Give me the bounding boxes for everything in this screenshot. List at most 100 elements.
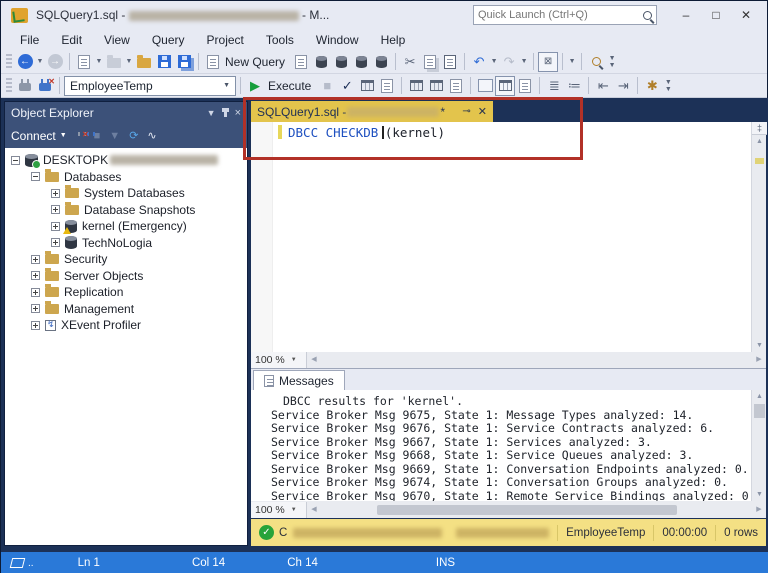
undo-icon[interactable]: ↶ xyxy=(469,52,489,72)
scroll-down-icon[interactable]: ▼ xyxy=(752,339,767,352)
expand-icon[interactable] xyxy=(31,287,40,297)
panel-close-icon[interactable]: × xyxy=(235,107,241,119)
undo-dropdown-icon[interactable]: ▼ xyxy=(489,58,499,65)
change-connection-icon[interactable]: ✕ xyxy=(35,76,55,96)
specify-values-icon[interactable]: ✱ xyxy=(642,76,662,96)
new-query-icon[interactable] xyxy=(203,52,223,72)
menu-help[interactable]: Help xyxy=(370,31,417,49)
copy-icon[interactable] xyxy=(420,52,440,72)
messages-horizontal-scrollbar[interactable]: ◀ ▶ xyxy=(307,502,766,518)
toolbar-overflow-icon[interactable]: ▼ ▼ xyxy=(606,52,618,72)
scroll-left-icon[interactable]: ◀ xyxy=(307,352,321,368)
disabled-dropdown-icon[interactable]: ▼ xyxy=(567,58,577,65)
oe-stop-icon[interactable]: ■ xyxy=(94,130,101,142)
messages-tab[interactable]: Messages xyxy=(253,370,345,390)
tree-item-management[interactable]: Management xyxy=(5,300,247,318)
menu-window[interactable]: Window xyxy=(305,31,370,49)
save-button[interactable] xyxy=(154,52,174,72)
editor-vertical-scrollbar[interactable]: ‡ ▲ ▼ xyxy=(751,122,767,352)
mdx-query-icon[interactable] xyxy=(311,52,331,72)
scroll-left-icon[interactable]: ◀ xyxy=(307,502,321,518)
database-selector[interactable]: EmployeeTemp ▼ xyxy=(64,75,236,96)
close-button[interactable]: ✕ xyxy=(731,4,761,26)
redo-dropdown-icon[interactable]: ▼ xyxy=(519,58,529,65)
expand-icon[interactable] xyxy=(51,205,60,215)
editor-zoom-selector[interactable]: 100 % ▼ xyxy=(251,352,307,368)
tree-item-system-databases[interactable]: System Databases xyxy=(5,185,247,202)
filter-icon[interactable]: ▼ xyxy=(109,130,120,142)
splitter-handle-icon[interactable]: ‡ xyxy=(752,122,767,135)
scroll-thumb[interactable] xyxy=(754,404,765,418)
new-file-button[interactable] xyxy=(74,52,94,72)
menu-project[interactable]: Project xyxy=(196,31,255,49)
open-file-dropdown-icon[interactable]: ▼ xyxy=(124,58,134,65)
editor-horizontal-scrollbar[interactable]: ◀ ▶ xyxy=(307,352,766,368)
query-tab[interactable]: SQLQuery1.sql - * ⊸ ✕ xyxy=(251,101,493,122)
expand-icon[interactable] xyxy=(31,271,40,281)
new-file-dropdown-icon[interactable]: ▼ xyxy=(94,58,104,65)
expand-icon[interactable] xyxy=(51,188,60,198)
menu-query[interactable]: Query xyxy=(141,31,196,49)
tree-item-technologia-database[interactable]: TechNoLogia xyxy=(5,235,247,252)
scroll-thumb[interactable] xyxy=(377,504,677,515)
cut-icon[interactable]: ✂ xyxy=(400,52,420,72)
uncomment-icon[interactable]: ≔ xyxy=(564,76,584,96)
increase-indent-icon[interactable]: ⇥ xyxy=(613,76,633,96)
results-to-file-icon[interactable] xyxy=(515,76,535,96)
execute-button[interactable]: Execute xyxy=(268,79,311,93)
panel-menu-chevron-icon[interactable]: ▼ xyxy=(207,108,216,118)
xmla-query-icon[interactable] xyxy=(351,52,371,72)
collapse-icon[interactable] xyxy=(11,155,20,165)
decrease-indent-icon[interactable]: ⇤ xyxy=(593,76,613,96)
object-explorer-header[interactable]: Object Explorer ▼ × xyxy=(5,102,247,123)
connect-icon[interactable] xyxy=(15,76,35,96)
scroll-up-icon[interactable]: ▲ xyxy=(752,135,767,148)
display-estimated-plan-icon[interactable] xyxy=(357,76,377,96)
query-shortcut-icon[interactable]: ⊠ xyxy=(538,51,559,72)
open-folder-button[interactable] xyxy=(134,52,154,72)
tree-item-server-objects[interactable]: Server Objects xyxy=(5,267,247,285)
messages-vertical-scrollbar[interactable]: ▲ ▼ xyxy=(751,390,766,501)
tree-item-security[interactable]: Security xyxy=(5,251,247,268)
results-to-grid-pressed-icon[interactable] xyxy=(475,76,495,96)
quick-launch-box[interactable] xyxy=(473,5,657,25)
menu-view[interactable]: View xyxy=(93,31,141,49)
redo-icon[interactable]: ↷ xyxy=(499,52,519,72)
navigate-back-button[interactable]: ← xyxy=(15,52,35,72)
scroll-down-icon[interactable]: ▼ xyxy=(752,488,767,501)
menu-file[interactable]: File xyxy=(9,31,50,49)
tree-item-database-snapshots[interactable]: Database Snapshots xyxy=(5,201,247,219)
menu-tools[interactable]: Tools xyxy=(255,31,305,49)
find-icon[interactable] xyxy=(586,52,606,72)
code-line-1[interactable]: DBCC CHECKDB (kernel) xyxy=(288,125,445,140)
maximize-button[interactable]: □ xyxy=(701,4,731,26)
refresh-icon[interactable]: ⟳ xyxy=(129,129,138,142)
tree-item-server[interactable]: DESKTOPK xyxy=(5,152,247,169)
toolbar-grip[interactable] xyxy=(6,53,12,70)
cancel-query-icon[interactable]: ■ xyxy=(317,76,337,96)
toolbar-grip-2[interactable] xyxy=(6,77,12,94)
results-to-grid-icon[interactable] xyxy=(495,75,516,96)
include-live-plan-icon[interactable] xyxy=(426,76,446,96)
paste-icon[interactable] xyxy=(440,52,460,72)
sql-editor[interactable]: DBCC CHECKDB (kernel) xyxy=(251,122,766,352)
activity-monitor-icon[interactable]: ∿ xyxy=(147,129,156,142)
scroll-up-icon[interactable]: ▲ xyxy=(752,390,767,403)
expand-icon[interactable] xyxy=(51,221,60,231)
tree-item-kernel-database[interactable]: kernel (Emergency) xyxy=(5,218,247,235)
expand-icon[interactable] xyxy=(31,254,40,264)
collapse-icon[interactable] xyxy=(31,172,40,182)
toolbar-overflow-icon-2[interactable]: ▼ ▼ xyxy=(662,76,674,96)
tab-pin-icon[interactable]: ⊸ xyxy=(462,106,470,117)
dax-query-icon[interactable] xyxy=(371,52,391,72)
back-dropdown-icon[interactable]: ▼ xyxy=(35,58,45,65)
expand-icon[interactable] xyxy=(51,238,60,248)
comment-icon[interactable]: ≣ xyxy=(544,76,564,96)
scroll-right-icon[interactable]: ▶ xyxy=(752,352,766,368)
connect-button[interactable]: Connect ▼ xyxy=(11,129,67,143)
intellisense-icon[interactable] xyxy=(406,76,426,96)
tree-item-databases[interactable]: Databases xyxy=(5,168,247,186)
database-engine-query-icon[interactable] xyxy=(291,52,311,72)
execute-icon[interactable]: ▶ xyxy=(245,76,265,96)
parse-icon[interactable]: ✓ xyxy=(337,76,357,96)
